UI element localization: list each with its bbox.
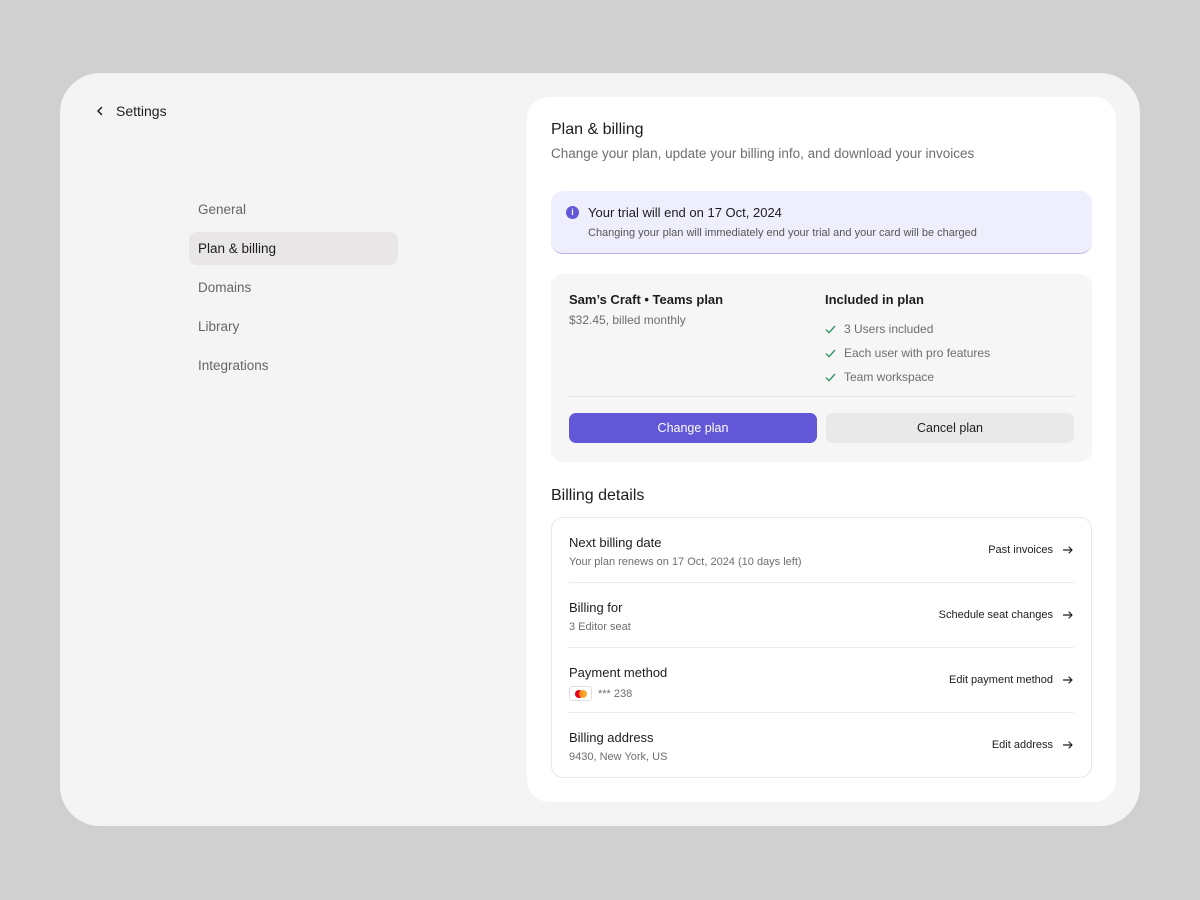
- trial-title: Your trial will end on 17 Oct, 2024: [588, 205, 782, 220]
- settings-nav: General Plan & billing Domains Library I…: [189, 193, 398, 382]
- check-icon: [825, 325, 836, 333]
- billing-row-billing-for: Billing for 3 Editor seat Schedule seat …: [569, 583, 1074, 648]
- billing-row-payment-method: Payment method *** 238 Edit payment meth…: [569, 648, 1074, 713]
- mastercard-icon: [569, 686, 592, 701]
- page-title: Plan & billing: [551, 121, 644, 138]
- billing-details-title: Billing details: [551, 487, 645, 504]
- arrow-right-icon: [1062, 676, 1073, 684]
- arrow-right-icon: [1062, 611, 1073, 619]
- row-subtitle: 3 Editor seat: [569, 621, 631, 633]
- billing-row-address: Billing address 9430, New York, US Edit …: [569, 713, 1074, 778]
- billing-details-list: Next billing date Your plan renews on 17…: [551, 517, 1092, 778]
- row-subtitle: 9430, New York, US: [569, 751, 668, 763]
- trial-banner: i Your trial will end on 17 Oct, 2024 Ch…: [551, 191, 1092, 254]
- nav-item-domains[interactable]: Domains: [189, 271, 398, 304]
- plan-billing-panel: Plan & billing Change your plan, update …: [527, 97, 1116, 802]
- edit-address-link[interactable]: Edit address: [992, 739, 1074, 751]
- card-number: *** 238: [598, 687, 633, 700]
- back-to-settings-button[interactable]: Settings: [94, 103, 167, 119]
- feature-label: 3 Users included: [844, 322, 934, 336]
- arrow-right-icon: [1062, 741, 1073, 749]
- nav-item-library[interactable]: Library: [189, 310, 398, 343]
- edit-payment-method-link[interactable]: Edit payment method: [949, 674, 1074, 686]
- arrow-right-icon: [1062, 546, 1073, 554]
- plan-name: Sam’s Craft • Teams plan: [569, 292, 724, 307]
- divider: [569, 396, 1074, 397]
- payment-card: *** 238: [569, 686, 632, 701]
- back-label: Settings: [116, 103, 167, 119]
- row-title: Billing for: [569, 600, 623, 615]
- plan-card: Sam’s Craft • Teams plan $32.45, billed …: [551, 274, 1092, 462]
- change-plan-button[interactable]: Change plan: [569, 413, 817, 443]
- action-label: Schedule seat changes: [938, 609, 1053, 621]
- trial-description: Changing your plan will immediately end …: [588, 227, 977, 239]
- check-icon: [825, 349, 836, 357]
- schedule-seat-changes-link[interactable]: Schedule seat changes: [939, 609, 1074, 621]
- feature-item: 3 Users included: [825, 317, 990, 341]
- cancel-plan-button[interactable]: Cancel plan: [826, 413, 1074, 443]
- feature-label: Each user with pro features: [844, 346, 991, 360]
- action-label: Edit payment method: [949, 674, 1053, 686]
- nav-item-integrations[interactable]: Integrations: [189, 349, 398, 382]
- nav-item-plan-billing[interactable]: Plan & billing: [189, 232, 398, 265]
- feature-list: 3 Users included Each user with pro feat…: [825, 317, 990, 389]
- row-title: Billing address: [569, 730, 654, 745]
- feature-item: Team workspace: [825, 365, 990, 389]
- chevron-left-icon: [97, 106, 103, 116]
- feature-label: Team workspace: [844, 370, 935, 384]
- check-icon: [825, 373, 836, 381]
- row-subtitle: Your plan renews on 17 Oct, 2024 (10 day…: [569, 556, 802, 568]
- included-title: Included in plan: [825, 292, 924, 307]
- past-invoices-link[interactable]: Past invoices: [988, 544, 1074, 556]
- row-title: Next billing date: [569, 535, 662, 550]
- info-icon: i: [566, 206, 579, 219]
- action-label: Past invoices: [988, 544, 1053, 556]
- settings-window: Settings General Plan & billing Domains …: [60, 73, 1140, 826]
- page-subtitle: Change your plan, update your billing in…: [551, 146, 975, 161]
- nav-item-general[interactable]: General: [189, 193, 398, 226]
- row-title: Payment method: [569, 665, 668, 680]
- action-label: Edit address: [991, 739, 1053, 751]
- feature-item: Each user with pro features: [825, 341, 990, 365]
- plan-price: $32.45, billed monthly: [569, 313, 686, 327]
- billing-row-next-date: Next billing date Your plan renews on 17…: [569, 518, 1074, 583]
